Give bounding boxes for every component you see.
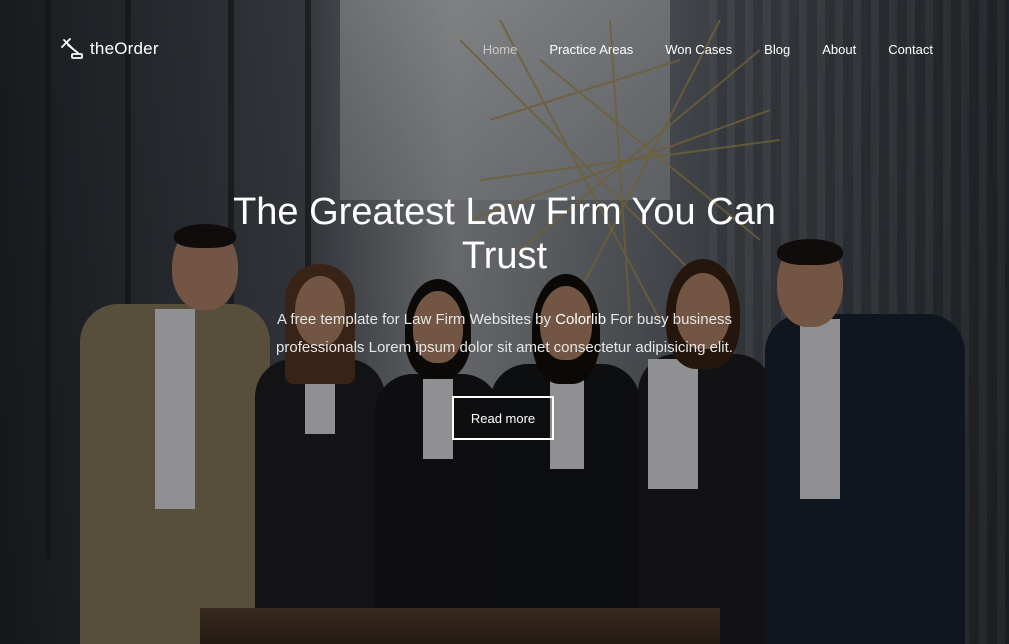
colorlib-link[interactable]: Colorlib — [555, 311, 606, 328]
gavel-icon — [61, 38, 83, 59]
brand-logo[interactable]: theOrder — [60, 38, 159, 60]
nav-item-won-cases[interactable]: Won Cases — [665, 42, 732, 57]
nav-item-home[interactable]: Home — [483, 42, 518, 57]
top-navbar: theOrder Home Practice Areas Won Cases B… — [0, 0, 1009, 100]
hero-subtitle: A free template for Law Firm Websites by… — [0, 306, 1009, 362]
nav-item-about[interactable]: About — [822, 42, 856, 57]
brand-name: theOrder — [90, 39, 159, 58]
main-menu: Home Practice Areas Won Cases Blog About… — [451, 42, 933, 57]
read-more-button[interactable]: Read more — [452, 396, 554, 440]
nav-item-practice-areas[interactable]: Practice Areas — [549, 42, 633, 57]
nav-item-blog[interactable]: Blog — [764, 42, 790, 57]
hero-title-line: Trust — [461, 235, 548, 277]
subtitle-text: A free template for Law Firm Websites by — [277, 311, 556, 328]
nav-item-contact[interactable]: Contact — [888, 42, 933, 57]
subtitle-text: For busy business — [606, 311, 732, 328]
hero-section: theOrder Home Practice Areas Won Cases B… — [0, 0, 1009, 644]
hero-title: The Greatest Law Firm You Can Trust — [0, 190, 1009, 278]
hero-title-line: The Greatest Law Firm You Can — [233, 191, 776, 233]
subtitle-text: professionals Lorem ipsum dolor sit amet… — [276, 339, 733, 356]
